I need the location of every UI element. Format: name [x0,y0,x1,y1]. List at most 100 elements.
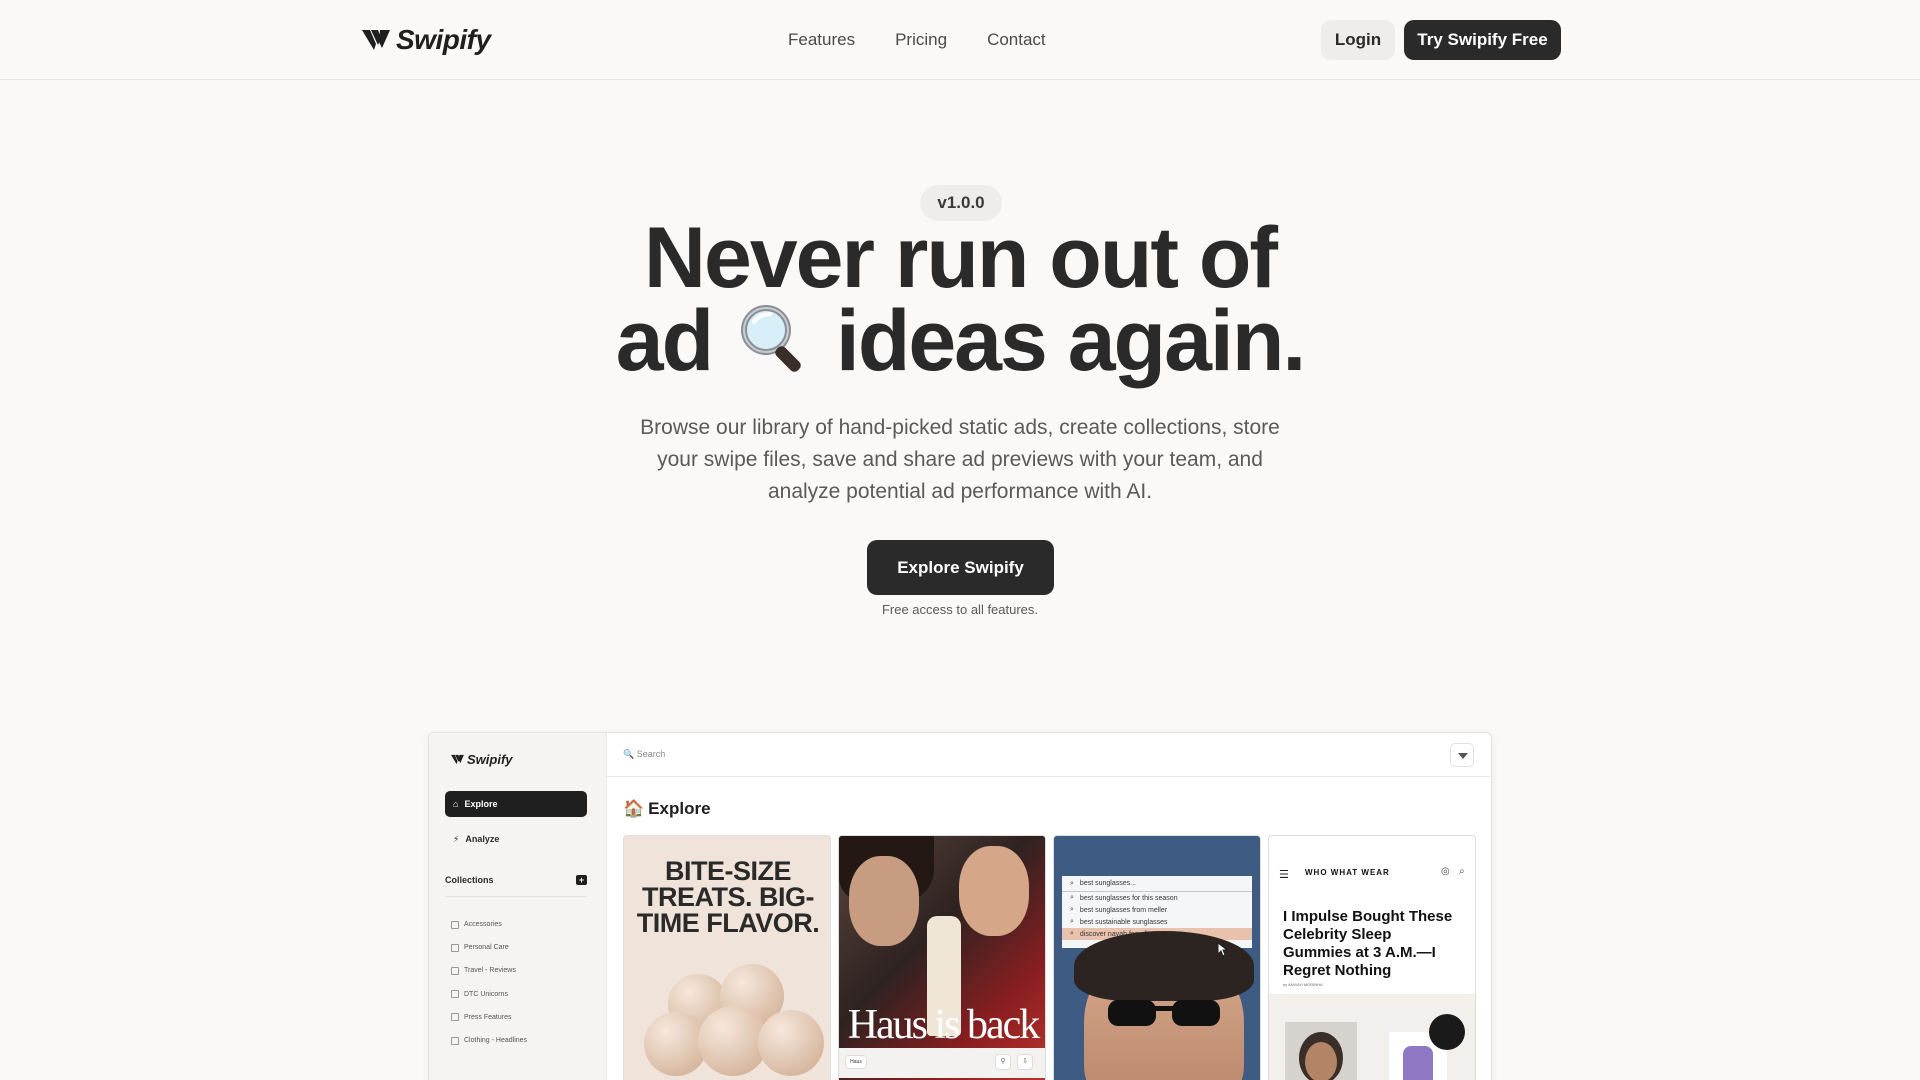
suggestion-row: ⌕ best sunglasses from meller [1062,904,1252,916]
login-button[interactable]: Login [1321,20,1395,60]
nav-features[interactable]: Features [788,30,855,50]
ad-photo-detail [1305,1042,1337,1080]
collection-label: Personal Care [464,944,509,952]
sidebar-item-label: Explore [464,799,498,809]
lightning-icon: ⚡ [453,833,460,844]
try-free-button[interactable]: Try Swipify Free [1404,20,1561,60]
swipify-logo-icon [451,754,464,765]
preview-search-bar: 🔍 Search [607,733,1491,777]
ad-card[interactable]: ☰ WHO WHAT WEAR ◎ ⌕ I Impulse Bought The… [1268,835,1476,1080]
collection-item[interactable]: Personal Care [451,936,527,959]
brand-chip[interactable]: Haus [845,1055,867,1069]
suggestion-row: ⌕ best sustainable sunglasses [1062,916,1252,928]
folder-icon [451,943,459,952]
preview-sidebar: Swipify ⌂ Explore ⚡ Analyze Collections … [429,733,607,1080]
seal-badge [1429,1014,1465,1050]
magnifying-glass-icon [741,305,801,372]
dropdown-toggle-button[interactable] [1450,743,1474,767]
swipify-logo-icon [362,30,390,50]
search-icon: ⌕ [1070,918,1074,925]
brand-logo[interactable]: Swipify [362,24,491,56]
collection-label: DTC Unicorns [464,990,508,998]
suggestion-row: ⌕ best sunglasses for this season [1062,892,1252,904]
sidebar-item-label: Analyze [465,834,500,844]
article-header: ☰ WHO WHAT WEAR ◎ ⌕ [1269,858,1475,888]
download-icon[interactable]: ⇩ [1017,1054,1033,1070]
headline-word-ad: ad [615,293,714,389]
ad-card[interactable]: Haus is back Haus ⚲ ⇩ [838,835,1046,1080]
page-title-text: Explore [648,799,711,818]
article-byline: by ANIYAH MORINHA [1283,982,1323,987]
collections-header: Collections + [445,875,587,885]
free-access-note: Free access to all features. [881,602,1039,617]
treat-image [758,1010,824,1076]
article-title: I Impulse Bought These Celebrity Sleep G… [1283,908,1453,979]
folder-icon [451,990,459,999]
collection-label: Press Features [464,1013,512,1021]
card-footer: Haus ⚲ ⇩ [839,1048,1045,1078]
sidebar-item-analyze[interactable]: ⚡ Analyze [445,827,587,851]
collections-list: Accessories Personal Care Travel - Revie… [451,913,527,1052]
mouse-cursor-icon [1218,943,1228,957]
app-preview: Swipify ⌂ Explore ⚡ Analyze Collections … [428,732,1492,1080]
search-icon: ⌕ [1070,879,1074,887]
ad-photo-detail [849,856,919,946]
explore-swipify-button[interactable]: Explore Swipify [867,540,1054,595]
suggestion-text: best sunglasses from meller [1079,906,1168,914]
sunglasses-image [1108,1000,1220,1026]
product-bottle [1403,1046,1433,1080]
nav-pricing[interactable]: Pricing [895,30,947,50]
search-icon: ⌕ [1070,906,1074,913]
folder-icon [451,920,459,929]
collection-item[interactable]: Accessories [451,913,527,936]
search-placeholder: Search [636,749,666,759]
collections-label: Collections [445,875,494,885]
site-header: Swipify Features Pricing Contact Login T… [0,0,1920,80]
headline-line-1: Never run out of [643,210,1278,306]
brand-name: Swipify [396,24,491,55]
ad-card[interactable]: ⌕ best sunglasses... ⌕ best sunglasses for… [1053,835,1261,1080]
preview-logo: Swipify [451,752,513,767]
ad-card[interactable]: BITE-SIZE TREATS. BIG-TIME FLAVOR. [623,835,831,1080]
account-icon: ◎ [1441,866,1450,877]
hero-headline: Never run out of ad ideas again. [460,210,1460,384]
collection-item[interactable]: Press Features [451,1006,527,1029]
collection-item[interactable]: Travel - Reviews [451,959,527,982]
headline-line-2: ad ideas again. [460,298,1460,384]
sidebar-divider [445,896,587,897]
folder-icon [451,1013,459,1022]
headline-rest: ideas again. [835,293,1306,389]
preview-brand: Swipify [467,752,513,767]
suggestion-text: best sunglasses... [1079,880,1136,887]
ad-photo-detail [1074,931,1254,1001]
collection-item[interactable]: DTC Unicorns [451,983,527,1006]
ad-photo-detail [959,846,1029,936]
suggestion-text: best sunglasses for this season [1079,894,1178,902]
suggestion-row: ⌕ best sunglasses... [1062,876,1252,892]
folder-icon [451,1036,459,1045]
collection-label: Clothing - Headlines [464,1037,528,1045]
preview-main: 🔍 Search 🏠 Explore BITE-SIZE TREATS. BIG… [607,733,1491,1080]
publication-name: WHO WHAT WEAR [1305,868,1390,877]
house-icon: 🏠 [623,799,645,818]
search-icon: ⌕ [1070,930,1074,937]
add-collection-icon[interactable]: + [576,875,587,885]
home-icon: ⌂ [453,799,459,809]
collection-label: Travel - Reviews [464,967,516,975]
nav-contact[interactable]: Contact [987,30,1046,50]
collection-label: Accessories [464,921,502,929]
collection-item[interactable]: Clothing - Headlines [451,1029,527,1052]
sidebar-item-explore[interactable]: ⌂ Explore [445,791,587,817]
search-icon: ⌕ [1070,894,1074,901]
search-input[interactable]: 🔍 Search [623,749,665,760]
ad-headline: BITE-SIZE TREATS. BIG-TIME FLAVOR. [636,856,820,938]
page-title: 🏠 Explore [623,799,711,819]
main-nav: Features Pricing Contact [788,0,1046,80]
suggestion-text: best sustainable sunglasses [1079,918,1168,926]
link-icon[interactable]: ⚲ [995,1054,1011,1070]
hero-subtitle: Browse our library of hand-picked static… [640,416,1280,503]
ad-headline: Haus is back [847,1002,1041,1048]
menu-icon: ☰ [1279,869,1289,881]
search-icon: ⌕ [1459,866,1465,877]
folder-icon [451,966,459,975]
